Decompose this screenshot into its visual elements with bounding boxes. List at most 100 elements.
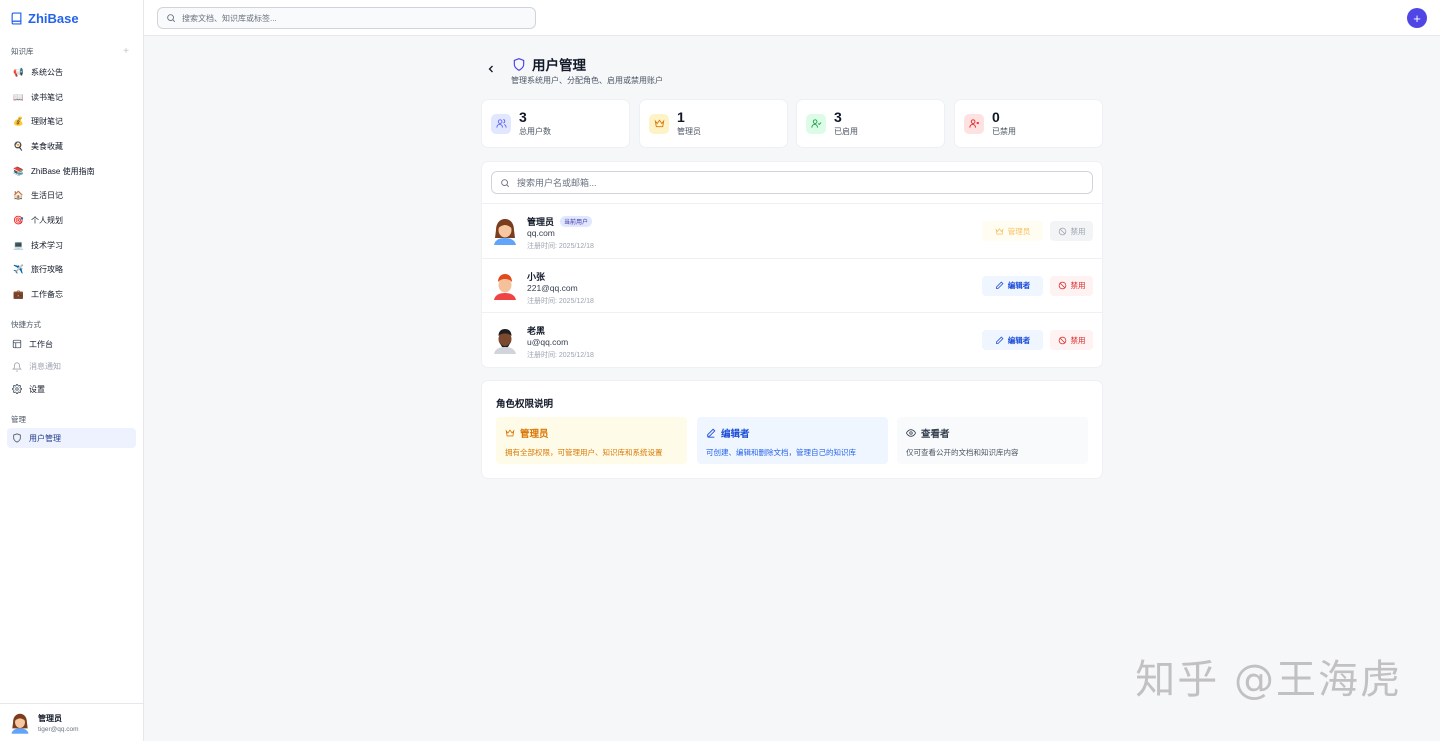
role-editor-box: 编辑者 可创建、编辑和删除文档，管理自己的知识库: [697, 417, 888, 464]
stat-disabled: 0 已禁用: [955, 100, 1102, 147]
kb-emoji-icon: 📢: [13, 66, 24, 77]
add-kb-icon[interactable]: +: [123, 46, 129, 57]
eye-icon: [906, 429, 916, 437]
user-email: 221@qq.com: [527, 282, 578, 293]
role-editor-name: 编辑者: [721, 429, 750, 440]
search-icon: [167, 14, 176, 23]
table-row: 管理员 当前用户 qq.com 注册时间: 2025/12/18 管理员 禁用: [482, 203, 1102, 258]
kb-emoji-icon: 📖: [13, 91, 24, 102]
user-name-text: 老黑: [527, 326, 546, 336]
nav-workbench[interactable]: 工作台: [0, 333, 143, 356]
kb-emoji-icon: ✈️: [13, 264, 24, 275]
sidebar-item-label: 生活日记: [31, 191, 63, 201]
user-name: 管理员 当前用户: [527, 215, 593, 228]
sidebar-item-kb[interactable]: 📖 读书笔记: [0, 85, 143, 110]
create-button[interactable]: +: [1407, 8, 1427, 28]
global-search[interactable]: [157, 7, 536, 29]
page-subtitle: 管理系统用户、分配角色、启用或禁用账户: [511, 76, 663, 85]
user-name-text: 小张: [527, 271, 546, 282]
role-admin-name: 管理员: [520, 429, 549, 440]
sidebar-item-kb[interactable]: ✈️ 旅行攻略: [0, 258, 143, 283]
user-search[interactable]: [491, 171, 1093, 194]
sidebar-item-label: 技术学习: [31, 240, 63, 250]
sidebar-item-label: ZhiBase 使用指南: [31, 166, 95, 176]
kb-emoji-icon: 🎯: [13, 214, 24, 225]
admin-section-label: 管理: [11, 414, 26, 424]
global-search-input[interactable]: [182, 13, 522, 23]
avatar: [494, 329, 516, 354]
kb-emoji-icon: 💼: [13, 289, 24, 300]
user-registered-date: 注册时间: 2025/12/18: [527, 297, 594, 305]
pencil-icon: [995, 281, 1004, 289]
sidebar-item-kb[interactable]: 📢 系统公告: [0, 60, 143, 85]
ban-button-label: 禁用: [1070, 226, 1086, 236]
topbar: +: [144, 0, 1440, 36]
user-check-icon: [810, 119, 821, 128]
sidebar-item-kb[interactable]: 🎯 个人规划: [0, 208, 143, 233]
role-editor-desc: 可创建、编辑和删除文档，管理自己的知识库: [706, 448, 856, 457]
nav-notifications-label: 消息通知: [29, 362, 61, 372]
user-check-icon-wrap: [806, 113, 826, 134]
ban-button[interactable]: 禁用: [1050, 330, 1093, 350]
kb-emoji-icon: 🏠: [13, 190, 24, 201]
kb-emoji-icon: 💻: [13, 239, 24, 250]
nav-user-management[interactable]: 用户管理: [7, 428, 136, 449]
stat-admins-label: 管理员: [677, 127, 701, 136]
user-name: 小张: [527, 270, 545, 283]
sidebar-item-label: 系统公告: [31, 67, 63, 77]
kb-emoji-icon: 📚: [13, 165, 24, 176]
role-admin-box: 管理员 拥有全部权限，可管理用户、知识库和系统设置: [496, 417, 687, 464]
nav-settings[interactable]: 设置: [0, 378, 143, 401]
role-button[interactable]: 管理员: [982, 221, 1043, 241]
current-user-panel[interactable]: 管理员 tiger@qq.com: [0, 703, 143, 741]
role-button[interactable]: 编辑者: [982, 275, 1043, 296]
brand-logo[interactable]: ZhiBase: [0, 0, 143, 36]
role-button[interactable]: 编辑者: [982, 330, 1043, 350]
user-name: 老黑: [527, 324, 545, 337]
users-icon: [495, 118, 507, 128]
nav-workbench-label: 工作台: [29, 339, 53, 349]
sidebar-item-kb[interactable]: 💰 理财笔记: [0, 109, 143, 134]
back-chevron-icon[interactable]: [485, 63, 497, 75]
stat-admins: 1 管理员: [640, 100, 787, 147]
sidebar-item-kb[interactable]: 🍳 美食收藏: [0, 134, 143, 159]
user-x-icon: [968, 119, 979, 128]
page-title: 用户管理: [532, 58, 586, 73]
table-row: 小张 221@qq.com 注册时间: 2025/12/18 编辑者 禁用: [482, 257, 1102, 313]
layout-icon: [12, 339, 22, 349]
shield-icon: [13, 433, 21, 444]
ban-button-label: 禁用: [1070, 335, 1086, 345]
brand-name: ZhiBase: [28, 10, 79, 26]
current-user-badge: 当前用户: [560, 216, 593, 227]
crown-icon-wrap: [649, 113, 669, 134]
sidebar-item-kb[interactable]: 📚 ZhiBase 使用指南: [0, 159, 143, 184]
shortcut-section-title: 快捷方式: [0, 319, 143, 331]
ban-button[interactable]: 禁用: [1050, 275, 1093, 296]
table-row: 老黑 u@qq.com 注册时间: 2025/12/18 编辑者 禁用: [482, 312, 1102, 367]
user-email: u@qq.com: [527, 337, 569, 347]
sidebar-item-kb[interactable]: 🏠 生活日记: [0, 183, 143, 208]
sidebar-item-label: 读书笔记: [31, 92, 63, 102]
role-button-label: 编辑者: [1007, 335, 1031, 345]
ban-button[interactable]: 禁用: [1050, 221, 1093, 241]
ban-icon: [1058, 227, 1066, 235]
sidebar-item-kb[interactable]: 💼 工作备忘: [0, 282, 143, 307]
nav-settings-label: 设置: [29, 384, 45, 394]
user-search-input[interactable]: [517, 177, 1077, 188]
role-viewer-box: 查看者 仅可查看公开的文档和知识库内容: [897, 417, 1088, 464]
user-name-text: 管理员: [527, 217, 555, 227]
crown-icon: [995, 227, 1004, 234]
user-x-icon-wrap: [964, 113, 984, 134]
plus-icon: +: [1413, 10, 1421, 26]
sidebar-item-label: 个人规划: [31, 215, 63, 225]
kb-emoji-icon: 🍳: [13, 140, 24, 151]
role-viewer-name: 查看者: [921, 429, 950, 440]
watermark: 知乎 @王海虎: [1135, 657, 1402, 703]
avatar: [11, 713, 29, 734]
role-button-label: 编辑者: [1007, 281, 1031, 290]
stat-enabled: 3 已启用: [797, 100, 944, 147]
sidebar-item-kb[interactable]: 💻 技术学习: [0, 233, 143, 258]
nav-notifications[interactable]: 消息通知: [0, 355, 143, 378]
role-permissions-card: 角色权限说明 管理员 拥有全部权限，可管理用户、知识库和系统设置 编辑者 可创建…: [482, 381, 1102, 478]
stat-total-users-value: 3: [519, 109, 527, 125]
